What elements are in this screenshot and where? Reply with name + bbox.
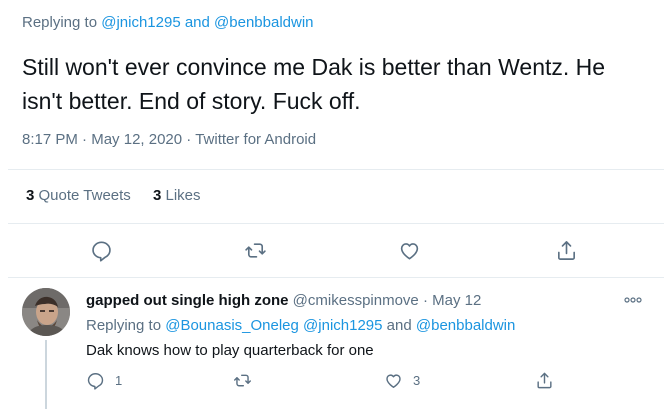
retweet-button[interactable]: [233, 368, 262, 392]
like-icon: [400, 242, 418, 259]
quote-count: 3: [26, 187, 35, 204]
replying-and: and: [386, 317, 412, 334]
reply-button[interactable]: [85, 234, 117, 266]
display-name[interactable]: gapped out single high zone: [86, 292, 289, 309]
tweet-text: Still won't ever convince me Dak is bett…: [22, 54, 606, 114]
share-icon: [537, 372, 552, 388]
tweet-meta: 8:17 PM · May 12, 2020 · Twitter for And…: [22, 131, 316, 148]
reply-text: Dak knows how to play quarterback for on…: [86, 342, 374, 359]
mention-link[interactable]: @jnich1295: [101, 14, 180, 31]
like-count: 3: [413, 372, 421, 388]
retweet-icon: [234, 374, 251, 386]
replying-to-label: Replying to: [22, 14, 98, 31]
avatar[interactable]: [22, 288, 70, 336]
share-button[interactable]: [550, 234, 582, 266]
quote-tweets-link[interactable]: 3 Quote Tweets: [26, 187, 131, 204]
reply-icon: [87, 372, 104, 390]
replying-and: and: [184, 14, 210, 31]
reply-icon: [91, 241, 111, 262]
reply-count: 1: [115, 372, 123, 388]
mention-link[interactable]: @jnich1295: [303, 317, 382, 334]
replying-to: Replying to @Bounasis_Oneleg @jnich1295 …: [86, 317, 515, 334]
like-button[interactable]: 3: [384, 368, 420, 392]
like-icon: [386, 373, 401, 388]
tweet-date[interactable]: May 12, 2020: [91, 131, 182, 148]
replying-to: Replying to @jnich1295 and @benbbaldwin: [22, 14, 314, 31]
divider: [8, 169, 664, 170]
like-button[interactable]: [393, 234, 425, 266]
divider: [8, 223, 664, 224]
mention-link[interactable]: @Bounasis_Oneleg: [165, 317, 299, 334]
reply-date[interactable]: May 12: [432, 292, 481, 309]
replying-to-label: Replying to: [86, 317, 162, 334]
meta-separator: ·: [82, 131, 88, 148]
tweet-actions: [0, 234, 664, 266]
quote-label: Quote Tweets: [38, 187, 131, 204]
likes-count: 3: [152, 187, 162, 204]
reply-button[interactable]: 1: [86, 368, 122, 392]
share-icon: [557, 240, 575, 260]
user-handle[interactable]: @cmikesspinmove: [293, 292, 419, 309]
tweet-stats: 3 Quote Tweets 3 Likes: [26, 187, 219, 204]
reply-actions: 1 3: [0, 368, 664, 392]
retweet-icon: [244, 242, 266, 258]
mention-link[interactable]: @benbbaldwin: [416, 317, 515, 334]
reply-header: gapped out single high zone @cmikesspinm…: [86, 292, 481, 309]
avatar-image: [22, 288, 70, 336]
tweet-time[interactable]: 8:17 PM: [22, 131, 78, 148]
share-button[interactable]: [535, 368, 554, 392]
mention-link[interactable]: @benbbaldwin: [214, 14, 313, 31]
more-button[interactable]: [620, 292, 646, 308]
tweet-source[interactable]: Twitter for Android: [195, 131, 316, 148]
likes-link[interactable]: 3 Likes: [153, 187, 201, 204]
meta-separator: ·: [422, 292, 428, 309]
divider: [8, 277, 664, 278]
meta-separator: ·: [186, 131, 192, 148]
retweet-button[interactable]: [239, 234, 271, 266]
likes-label: Likes: [165, 187, 201, 204]
more-icon: [624, 297, 642, 303]
